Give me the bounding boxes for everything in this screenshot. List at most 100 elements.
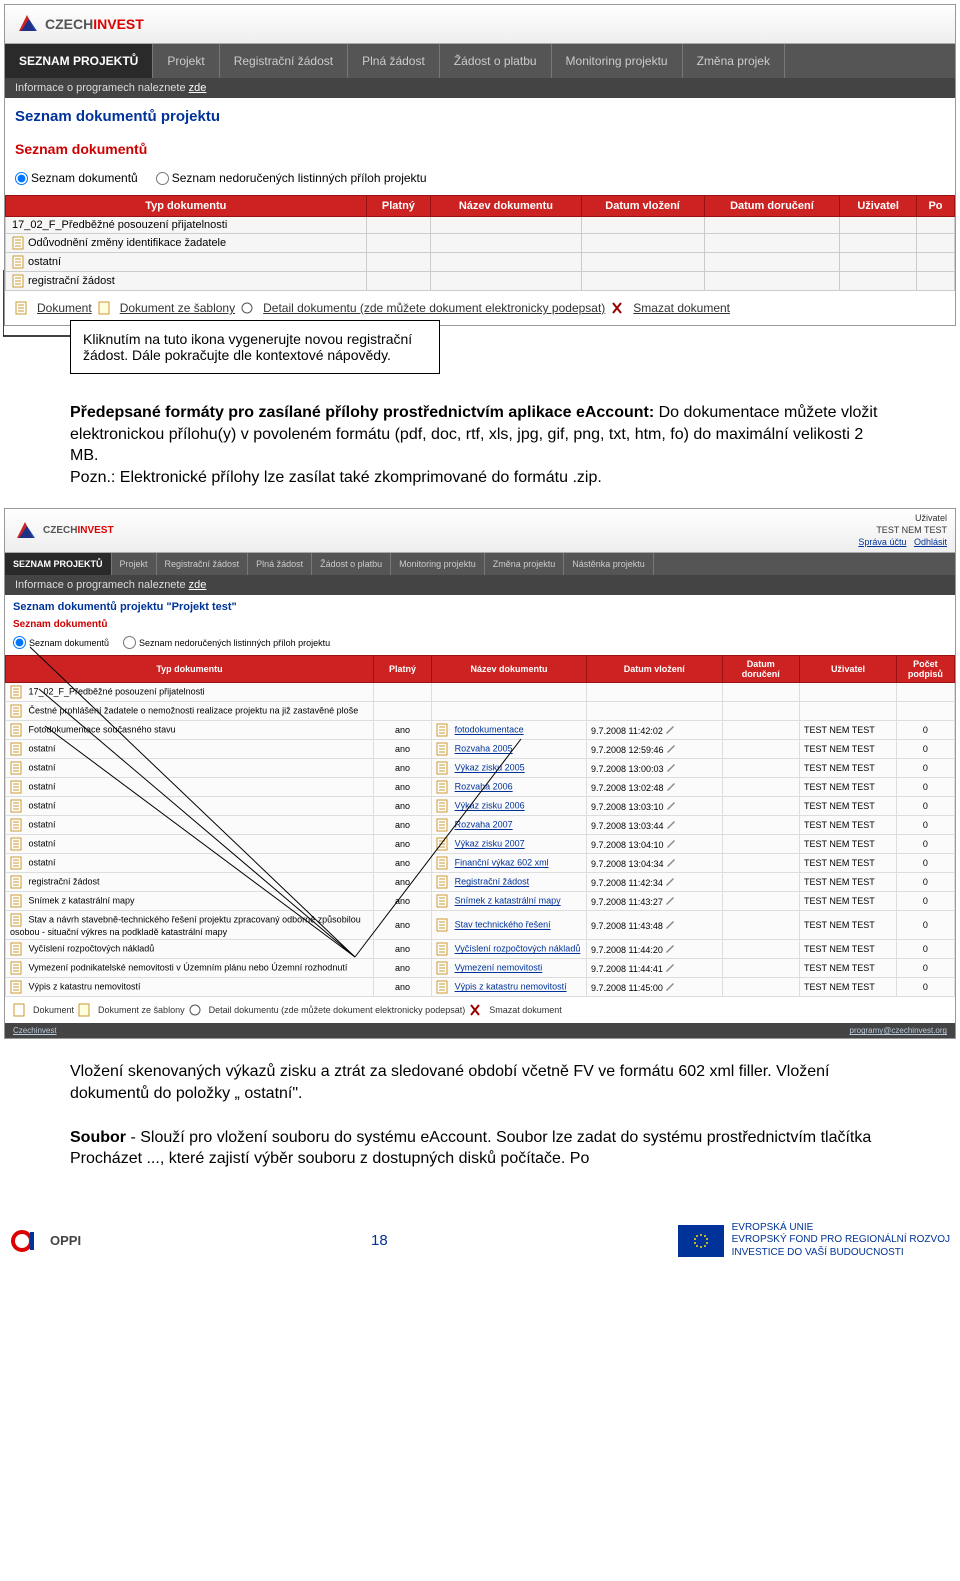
nav-seznam-projektu[interactable]: SEZNAM PROJEKTŮ: [5, 553, 112, 575]
action-dokument[interactable]: Dokument: [37, 301, 92, 315]
doc-link[interactable]: Výkaz zisku 2007: [455, 839, 525, 849]
cell-podpis: 0: [896, 740, 954, 759]
nav-zmena-projektu[interactable]: Změna projektu: [485, 553, 565, 575]
doc-link[interactable]: Vyčíslení rozpočtových nákladů: [455, 944, 581, 954]
cell-nazev: Rozvaha 2005: [432, 740, 587, 759]
table-row[interactable]: 17_02_F_Předběžné posouzení přijatelnost…: [6, 217, 955, 234]
cell-datum: 9.7.2008 11:43:27: [587, 892, 723, 911]
cell-doruc: [722, 978, 799, 997]
cell-doruc: [722, 702, 799, 721]
col-uzivatel: Uživatel: [800, 656, 897, 683]
table-row[interactable]: Čestné prohlášení žadatele o nemožnosti …: [6, 702, 955, 721]
table-row[interactable]: 17_02_F_Předběžné posouzení přijatelnost…: [6, 683, 955, 702]
nav-plna-zadost[interactable]: Plná žádost: [348, 44, 440, 78]
subnav-link-zde[interactable]: zde: [189, 82, 207, 94]
nav-zadost-o-platbu[interactable]: Žádost o platbu: [440, 44, 552, 78]
nav-nastenka-projektu[interactable]: Nástěnka projektu: [564, 553, 654, 575]
nav-registracni-zadost[interactable]: Registrační žádost: [220, 44, 348, 78]
action-dokument[interactable]: Dokument: [33, 1005, 74, 1015]
link-odhlasit[interactable]: Odhlásit: [914, 537, 947, 547]
action-detail-dokumentu[interactable]: Detail dokumentu (zde můžete dokument el…: [209, 1005, 466, 1015]
doc-link[interactable]: fotodokumentace: [455, 725, 524, 735]
action-detail-dokumentu[interactable]: Detail dokumentu (zde můžete dokument el…: [263, 301, 605, 315]
template-icon: [98, 301, 110, 315]
cell-datum: 9.7.2008 13:03:44: [587, 816, 723, 835]
doc-link[interactable]: Snímek z katastrální mapy: [455, 896, 561, 906]
radio-nedorucene-prilohy[interactable]: Seznam nedoručených listinných příloh pr…: [156, 171, 427, 185]
footer-oppi-text: OPPI: [50, 1233, 81, 1248]
action-dokument-ze-sablony[interactable]: Dokument ze šablony: [98, 1005, 185, 1015]
doc-link[interactable]: Rozvaha 2007: [455, 820, 513, 830]
table-row[interactable]: ostatníano Výkaz zisku 20059.7.2008 13:0…: [6, 759, 955, 778]
table-row[interactable]: registrační žádostano Registrační žádost…: [6, 873, 955, 892]
footer-czechinvest-link[interactable]: Czechinvest: [13, 1026, 57, 1035]
cell-uziv: TEST NEM TEST: [800, 854, 897, 873]
table-row[interactable]: Fotodokumentace současného stavuano foto…: [6, 721, 955, 740]
document-icon: [436, 980, 448, 994]
document-icon: [10, 704, 22, 718]
table-row[interactable]: ostatníano Výkaz zisku 20079.7.2008 13:0…: [6, 835, 955, 854]
table-row[interactable]: ostatní: [6, 253, 955, 272]
radio-nedorucene-prilohy[interactable]: Seznam nedoručených listinných příloh pr…: [123, 636, 330, 649]
radio-seznam-dokumentu[interactable]: Seznam dokumentů: [13, 636, 109, 649]
action-smazat-dokument[interactable]: Smazat dokument: [489, 1005, 562, 1015]
doc-link[interactable]: Výpis z katastru nemovitostí: [455, 982, 567, 992]
table-row[interactable]: ostatníano Rozvaha 20079.7.2008 13:03:44…: [6, 816, 955, 835]
cell-nazev: [432, 702, 587, 721]
nav-plna-zadost[interactable]: Plná žádost: [248, 553, 312, 575]
eu-flag-icon: [678, 1225, 724, 1257]
document-icon: [13, 1003, 25, 1017]
nav-zmena-projektu[interactable]: Změna projek: [683, 44, 785, 78]
doc-link[interactable]: Registrační žádost: [455, 877, 530, 887]
table-row[interactable]: ostatníano Rozvaha 20059.7.2008 12:59:46…: [6, 740, 955, 759]
nav-projekt[interactable]: Projekt: [153, 44, 219, 78]
nav-seznam-projektu[interactable]: SEZNAM PROJEKTŮ: [5, 44, 153, 78]
subnav-link-zde[interactable]: zde: [189, 579, 207, 591]
doc-link[interactable]: Vymezení nemovitosti: [455, 963, 543, 973]
footer-email-link[interactable]: programy@czechinvest.org: [850, 1026, 948, 1035]
template-icon: [78, 1003, 90, 1017]
doc-link[interactable]: Výkaz zisku 2005: [455, 763, 525, 773]
table-row[interactable]: registrační žádost: [6, 272, 955, 291]
cell-datum: 9.7.2008 13:04:10: [587, 835, 723, 854]
doc-link[interactable]: Rozvaha 2005: [455, 744, 513, 754]
radio-row-2: Seznam dokumentů Seznam nedoručených lis…: [5, 634, 955, 655]
nav-monitoring[interactable]: Monitoring projektu: [391, 553, 485, 575]
table-row[interactable]: Výpis z katastru nemovitostíano Výpis z …: [6, 978, 955, 997]
col-datum-vlozeni: Datum vložení: [581, 196, 704, 217]
table-row[interactable]: Odůvodnění změny identifikace žadatele: [6, 234, 955, 253]
radio-seznam-dokumentu[interactable]: Seznam dokumentů: [15, 171, 138, 185]
document-icon: [10, 856, 22, 870]
cell-typ: ostatní: [6, 797, 374, 816]
document-icon: [436, 875, 448, 889]
document-icon: [436, 918, 448, 932]
documents-table: Typ dokumentu Platný Název dokumentu Dat…: [5, 195, 955, 291]
cell-doruc: [704, 234, 840, 253]
table-row[interactable]: Vyčíslení rozpočtových nákladůano Vyčísl…: [6, 940, 955, 959]
nav-registracni-zadost[interactable]: Registrační žádost: [157, 553, 249, 575]
nav-zadost-o-platbu[interactable]: Žádost o platbu: [312, 553, 391, 575]
nav-monitoring[interactable]: Monitoring projektu: [552, 44, 683, 78]
doc-link[interactable]: Výkaz zisku 2006: [455, 801, 525, 811]
table-row[interactable]: ostatníano Finanční výkaz 602 xml9.7.200…: [6, 854, 955, 873]
table-row[interactable]: ostatníano Rozvaha 20069.7.2008 13:02:48…: [6, 778, 955, 797]
detail-icon: [189, 1003, 201, 1017]
action-smazat-dokument[interactable]: Smazat dokument: [633, 301, 730, 315]
link-sprava-uctu[interactable]: Správa účtu: [858, 537, 906, 547]
cell-typ: ostatní: [6, 759, 374, 778]
table-row[interactable]: Stav a návrh stavebně-technického řešení…: [6, 911, 955, 940]
doc-link[interactable]: Rozvaha 2006: [455, 782, 513, 792]
cell-doruc: [722, 940, 799, 959]
nav-projekt[interactable]: Projekt: [112, 553, 157, 575]
cell-platny: [366, 272, 431, 291]
doc-link[interactable]: Stav technického řešení: [455, 920, 551, 930]
cell-doruc: [722, 854, 799, 873]
table-row[interactable]: ostatníano Výkaz zisku 20069.7.2008 13:0…: [6, 797, 955, 816]
page-number: 18: [371, 1232, 388, 1249]
action-dokument-ze-sablony[interactable]: Dokument ze šablony: [120, 301, 235, 315]
callout-box: Kliknutím na tuto ikona vygenerujte novo…: [70, 320, 440, 374]
table-row[interactable]: Vymezení podnikatelské nemovitosti v Úze…: [6, 959, 955, 978]
cell-po: [916, 272, 954, 291]
table-row[interactable]: Snímek z katastrální mapyano Snímek z ka…: [6, 892, 955, 911]
doc-link[interactable]: Finanční výkaz 602 xml: [455, 858, 549, 868]
